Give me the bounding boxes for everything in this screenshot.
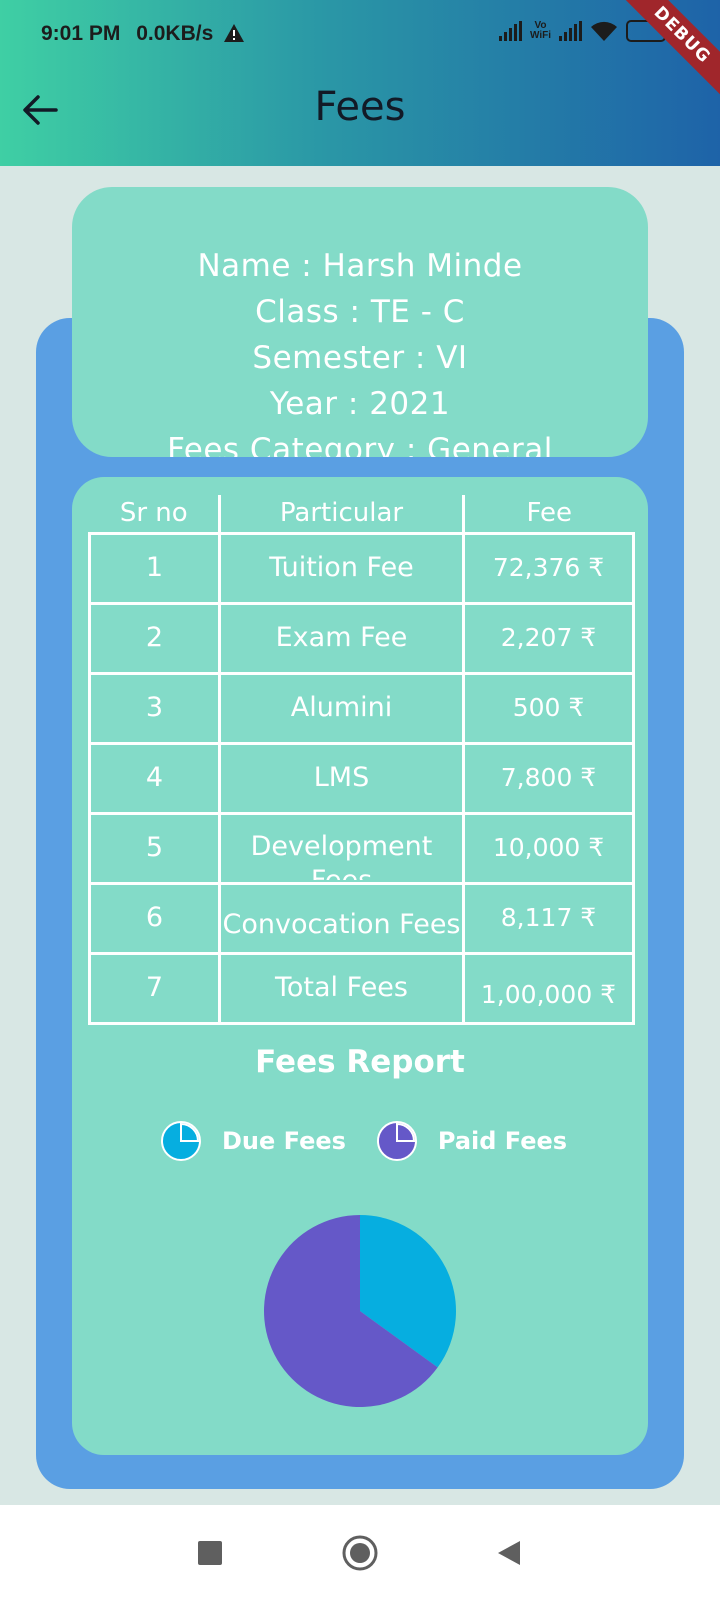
legend-item-due: Due Fees	[160, 1120, 346, 1162]
table-row: 1 Tuition Fee 72,376 ₹	[88, 531, 635, 605]
sr-cell: 6	[88, 881, 221, 955]
fee-cell: 72,376 ₹	[462, 531, 635, 605]
fee-cell: 500 ₹	[462, 671, 635, 745]
table-header-row: Sr no Particular Fee	[89, 495, 634, 535]
header-particular: Particular	[218, 495, 465, 535]
network-speed: 0.0KB/s	[136, 22, 214, 45]
legend-item-paid: Paid Fees	[376, 1120, 567, 1162]
pie-chart	[262, 1213, 458, 1409]
particular-cell: Convocation Fees	[218, 881, 465, 955]
table-row: 4 LMS 7,800 ₹	[88, 741, 635, 815]
status-bar: 9:01 PM 0.0KB/s Vo WiFi	[0, 0, 720, 70]
fee-cell: 1,00,000 ₹	[462, 951, 635, 1025]
report-title: Fees Report	[255, 1044, 465, 1080]
fees-table: Sr no Particular Fee 1 Tuition Fee 72,37…	[88, 495, 635, 1025]
student-semester: Semester : VI	[252, 340, 468, 376]
signal-icon-2	[559, 21, 582, 41]
table-row: 3 Alumini 500 ₹	[88, 671, 635, 745]
particular-cell: Development Fees	[218, 811, 465, 885]
particular-text: Convocation Fees	[222, 909, 461, 940]
student-class: Class : TE - C	[255, 294, 465, 330]
sr-cell: 7	[88, 951, 221, 1025]
fees-card: Sr no Particular Fee 1 Tuition Fee 72,37…	[72, 477, 648, 1455]
recents-square-icon[interactable]	[190, 1533, 230, 1573]
header-fee: Fee	[462, 495, 634, 535]
particular-cell: Exam Fee	[218, 601, 465, 675]
sr-cell: 1	[88, 531, 221, 605]
fee-cell: 8,117 ₹	[462, 881, 635, 955]
particular-cell: Total Fees	[218, 951, 465, 1025]
sr-cell: 5	[88, 811, 221, 885]
particular-cell: Alumini	[218, 671, 465, 745]
vowifi-icon: Vo WiFi	[530, 21, 551, 41]
back-triangle-icon[interactable]	[490, 1533, 530, 1573]
home-circle-icon[interactable]	[340, 1533, 380, 1573]
fees-category: Fees Category : General	[167, 432, 553, 457]
pie-chart-icon	[161, 1121, 201, 1161]
pie-chart-icon	[376, 1121, 417, 1161]
vowifi-bottom: WiFi	[529, 30, 551, 41]
legend-label-due: Due Fees	[222, 1127, 346, 1155]
legend-label-paid: Paid Fees	[437, 1127, 568, 1155]
student-info-card: Name : Harsh Minde Class : TE - C Semest…	[72, 187, 648, 457]
header-sr-no: Sr no	[89, 495, 221, 535]
table-row: 5 Development Fees 10,000 ₹	[88, 811, 635, 885]
pie-chart-svg	[264, 1215, 456, 1407]
sr-cell: 4	[88, 741, 221, 815]
particular-text: Development Fees	[250, 831, 433, 880]
table-row: 7 Total Fees 1,00,000 ₹	[88, 951, 635, 1025]
status-icons: Vo WiFi	[498, 20, 666, 42]
table-row: 6 Convocation Fees 8,117 ₹	[88, 881, 635, 955]
status-time: 9:01 PM 0.0KB/s	[41, 22, 245, 46]
wifi-icon	[591, 21, 617, 41]
fee-cell: 2,207 ₹	[462, 601, 635, 675]
fee-cell: 10,000 ₹	[462, 811, 635, 885]
warning-icon	[224, 24, 245, 42]
student-name: Name : Harsh Minde	[197, 248, 523, 284]
student-year: Year : 2021	[269, 386, 451, 422]
page-title: Fees	[314, 84, 406, 130]
signal-icon	[498, 21, 522, 41]
sr-cell: 2	[88, 601, 221, 675]
system-nav-bar	[0, 1505, 720, 1600]
status-time-text: 9:01 PM	[41, 22, 121, 45]
particular-cell: Tuition Fee	[218, 531, 465, 605]
sr-cell: 3	[88, 671, 221, 745]
app-bar: 9:01 PM 0.0KB/s Vo WiFi DEBUG Fees	[0, 0, 720, 166]
fee-cell: 7,800 ₹	[462, 741, 635, 815]
table-row: 2 Exam Fee 2,207 ₹	[88, 601, 635, 675]
fee-text: 1,00,000 ₹	[480, 980, 617, 1009]
particular-cell: LMS	[218, 741, 465, 815]
chart-legend: Due Fees Paid Fees	[160, 1120, 597, 1162]
